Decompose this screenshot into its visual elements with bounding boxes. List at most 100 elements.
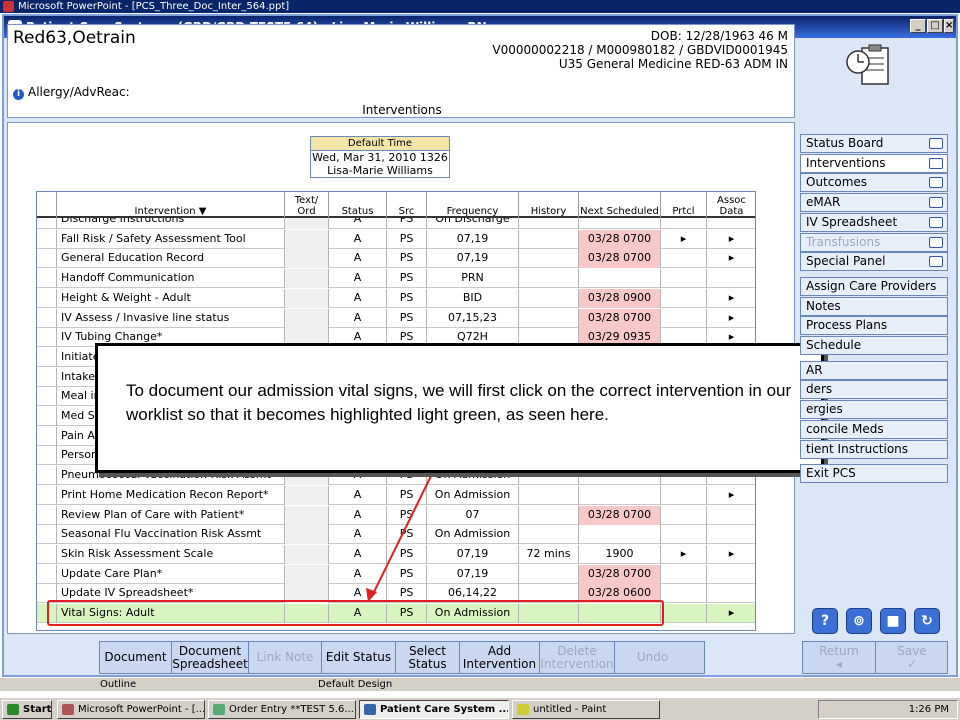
table-row[interactable]: IV Assess / Invasive line status A PS 07,15… bbox=[37, 308, 755, 328]
cell-assoc[interactable] bbox=[707, 525, 755, 544]
row-selector[interactable] bbox=[37, 505, 57, 525]
cell-prtcl[interactable] bbox=[661, 485, 707, 505]
row-selector[interactable] bbox=[37, 347, 57, 367]
nav-side_group1-item[interactable]: Transfusions bbox=[800, 232, 948, 252]
row-selector[interactable] bbox=[37, 269, 57, 289]
cell-prtcl[interactable] bbox=[661, 505, 707, 525]
column-header[interactable]: Intervention ▼ bbox=[57, 192, 285, 218]
toolbar-button[interactable]: Select Status bbox=[396, 642, 460, 673]
toolbar-button[interactable]: Delete Intervention bbox=[540, 642, 615, 673]
minimize-button[interactable]: _ bbox=[910, 19, 926, 33]
row-selector[interactable] bbox=[37, 387, 57, 407]
cell-prtcl[interactable] bbox=[661, 564, 707, 584]
cell-freq: 07,19 bbox=[427, 564, 519, 584]
table-row[interactable]: Height & Weight - Adult A PS BID 03/28 0900 ▸ bbox=[37, 288, 755, 308]
patient-dob: DOB: 12/28/1963 46 M bbox=[650, 29, 788, 43]
row-selector[interactable] bbox=[37, 328, 57, 348]
task-order-entry[interactable]: Order Entry **TEST 5.6... bbox=[208, 700, 356, 719]
cell-prtcl[interactable]: ▸ bbox=[661, 544, 707, 564]
nav-side_group3-item[interactable]: ders bbox=[800, 380, 948, 400]
table-row[interactable]: General Education Record A PS 07,19 03/28 07… bbox=[37, 249, 755, 269]
cell-assoc[interactable]: ▸ bbox=[707, 486, 755, 505]
row-selector[interactable] bbox=[37, 367, 57, 387]
help-icon[interactable]: ? bbox=[812, 608, 838, 634]
nav-side_group3-item[interactable]: tient Instructions bbox=[800, 439, 948, 459]
nav-side_group2-item[interactable]: Assign Care Providers bbox=[800, 276, 948, 296]
toolbar-button[interactable]: Undo bbox=[615, 642, 690, 673]
column-header[interactable]: Src bbox=[387, 192, 427, 218]
column-header[interactable]: History bbox=[519, 192, 579, 218]
nav-side_group3-item[interactable]: ergies bbox=[800, 400, 948, 420]
row-selector[interactable] bbox=[37, 308, 57, 328]
row-selector[interactable] bbox=[37, 249, 57, 269]
row-selector[interactable] bbox=[37, 407, 57, 426]
column-header[interactable]: Status bbox=[329, 192, 387, 218]
nav-side_group1-item[interactable]: Interventions bbox=[800, 153, 948, 173]
column-header[interactable]: Prtcl bbox=[661, 192, 707, 218]
nav-side_group3-item[interactable]: concile Meds bbox=[800, 419, 948, 439]
default-time-box[interactable]: Default Time Wed, Mar 31, 2010 1326 Lisa… bbox=[310, 136, 450, 178]
maximize-button[interactable]: □ bbox=[927, 19, 943, 33]
nav-side_group2-item[interactable]: Schedule bbox=[800, 336, 948, 355]
toolbar-button[interactable]: Edit Status bbox=[322, 642, 396, 673]
nav-side_group1-item[interactable]: eMAR bbox=[800, 193, 948, 213]
cell-assoc[interactable] bbox=[707, 269, 755, 288]
cell-prtcl[interactable] bbox=[661, 249, 707, 269]
row-selector[interactable] bbox=[37, 525, 57, 545]
toolbar-button[interactable]: Document bbox=[100, 642, 172, 673]
row-selector[interactable] bbox=[37, 564, 57, 584]
cell-assoc[interactable]: ▸ bbox=[707, 309, 755, 328]
cell-assoc[interactable] bbox=[707, 506, 755, 525]
nav-side_group1-item[interactable]: Outcomes bbox=[800, 173, 948, 193]
cell-assoc[interactable]: ▸ bbox=[707, 545, 755, 564]
row-selector[interactable] bbox=[37, 466, 57, 486]
nav-side_group2-item[interactable]: Notes bbox=[800, 296, 948, 316]
row-selector[interactable] bbox=[37, 485, 57, 505]
row-selector[interactable] bbox=[37, 446, 57, 466]
nav-side_group1-item[interactable]: IV Spreadsheet bbox=[800, 212, 948, 232]
table-row[interactable]: Handoff Communication A PS PRN bbox=[37, 269, 755, 289]
start-button[interactable]: Start bbox=[2, 700, 52, 719]
cell-prtcl[interactable] bbox=[661, 288, 707, 308]
task-paint[interactable]: untitled - Paint bbox=[512, 700, 660, 719]
column-header[interactable]: Text/ Ord bbox=[285, 192, 329, 218]
refresh-icon[interactable]: ↻ bbox=[914, 608, 940, 634]
cell-assoc[interactable] bbox=[707, 584, 755, 603]
nav-side_group3-item[interactable]: AR bbox=[800, 360, 948, 380]
allergy-row[interactable]: i Allergy/AdvReac: bbox=[13, 85, 130, 100]
cell-prtcl[interactable] bbox=[661, 308, 707, 328]
cell-assoc[interactable]: ▸ bbox=[707, 604, 755, 623]
toolbar-button[interactable]: Link Note bbox=[249, 642, 322, 673]
cell-src: PS bbox=[387, 288, 427, 308]
cell-assoc[interactable]: ▸ bbox=[707, 249, 755, 268]
row-selector[interactable] bbox=[37, 288, 57, 308]
toolbar-button[interactable]: Add Intervention bbox=[460, 642, 540, 673]
task-patient-care[interactable]: Patient Care System ... bbox=[359, 700, 509, 719]
cell-prtcl[interactable] bbox=[661, 584, 707, 604]
lock-icon[interactable]: ■ bbox=[880, 608, 906, 634]
cell-prtcl[interactable] bbox=[661, 525, 707, 545]
cell-prtcl[interactable] bbox=[661, 269, 707, 289]
cell-assoc[interactable]: ▸ bbox=[707, 230, 755, 249]
row-selector[interactable] bbox=[37, 544, 57, 564]
column-header[interactable]: Frequency bbox=[427, 192, 519, 218]
close-button[interactable]: × bbox=[944, 19, 954, 33]
column-header[interactable]: Assoc Data bbox=[707, 192, 755, 218]
cell-prtcl[interactable]: ▸ bbox=[661, 229, 707, 249]
cell-assoc[interactable]: ▸ bbox=[707, 289, 755, 308]
nav-side_group4-item[interactable]: Exit PCS bbox=[800, 464, 948, 484]
return-button[interactable]: Return ◂ bbox=[803, 642, 876, 673]
nav-side_group2-item[interactable]: Process Plans bbox=[800, 316, 948, 336]
nav-side_group1-item[interactable]: Special Panel bbox=[800, 252, 948, 272]
row-selector[interactable] bbox=[37, 229, 57, 249]
cell-prtcl[interactable] bbox=[661, 604, 707, 623]
cell-assoc[interactable] bbox=[707, 565, 755, 584]
search-icon[interactable]: ⊚ bbox=[846, 608, 872, 634]
toolbar-button[interactable]: Document Spreadsheet bbox=[172, 642, 249, 673]
save-button[interactable]: Save ✓ bbox=[876, 642, 948, 673]
table-row[interactable]: Fall Risk / Safety Assessment Tool A PS 07,… bbox=[37, 229, 755, 249]
task-powerpoint[interactable]: Microsoft PowerPoint - [... bbox=[57, 700, 205, 719]
row-selector[interactable] bbox=[37, 426, 57, 446]
column-header[interactable]: Next Scheduled bbox=[579, 192, 661, 218]
nav-side_group1-item[interactable]: Status Board bbox=[800, 134, 948, 153]
